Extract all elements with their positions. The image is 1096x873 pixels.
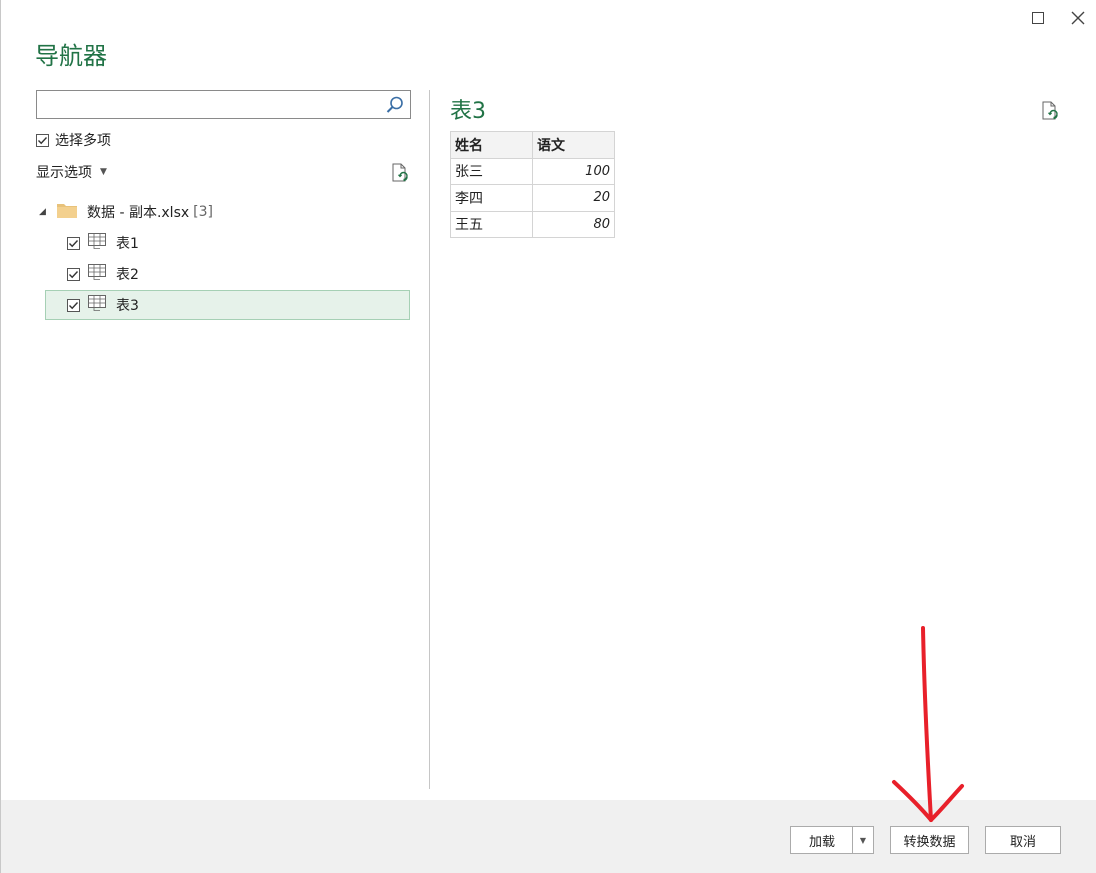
folder-icon	[57, 202, 77, 222]
multi-select-option[interactable]: 选择多项	[36, 130, 111, 150]
table-icon	[88, 295, 106, 315]
preview-table: 姓名 语文 张三 100 李四 20 王五 80	[450, 131, 615, 238]
window-title: 导航器	[35, 42, 107, 70]
column-header: 语文	[532, 131, 615, 159]
table-cell: 80	[532, 210, 615, 238]
tree-item-label: 表1	[116, 236, 139, 252]
dropdown-caret-icon: ▼	[100, 167, 107, 177]
multi-select-label: 选择多项	[55, 133, 111, 149]
display-options-dropdown[interactable]: 显示选项 ▼	[36, 162, 107, 182]
preview-title: 表3	[450, 99, 486, 124]
search-input[interactable]	[37, 91, 377, 118]
column-header: 姓名	[450, 131, 533, 159]
table-cell: 张三	[450, 157, 533, 185]
load-button[interactable]: 加载	[790, 826, 853, 854]
maximize-icon[interactable]	[1028, 8, 1048, 28]
tree-item-table1[interactable]: 表1	[45, 228, 410, 258]
load-dropdown-button[interactable]: ▼	[852, 826, 874, 854]
table-cell: 李四	[450, 184, 533, 212]
table-header-row: 姓名 语文	[450, 131, 615, 159]
table-icon	[88, 233, 106, 253]
table-cell: 王五	[450, 210, 533, 238]
table-row: 张三 100	[450, 157, 615, 185]
panel-splitter[interactable]	[429, 90, 430, 789]
tree-root-count: [3]	[193, 204, 213, 220]
table1-checkbox[interactable]	[67, 236, 80, 250]
chevron-down-icon: ▼	[859, 835, 867, 845]
table-icon	[88, 264, 106, 284]
tree-root-file[interactable]: ◢ 数据 - 副本.xlsx [3]	[39, 201, 213, 223]
red-arrow-annotation	[892, 626, 964, 822]
tree-item-table2[interactable]: 表2	[45, 259, 410, 289]
tree-item-label: 表2	[116, 267, 139, 283]
search-box[interactable]	[36, 90, 411, 119]
table3-checkbox[interactable]	[67, 298, 80, 312]
tree-item-table3[interactable]: 表3	[45, 290, 410, 320]
refresh-icon[interactable]	[1039, 100, 1061, 122]
display-options-label: 显示选项	[36, 165, 92, 181]
table2-checkbox[interactable]	[67, 267, 80, 281]
navigator-window: 导航器 选择多项 显示选项 ▼ ◢ 数据 - 副本.xlsx [3] 表1 表2…	[0, 0, 1096, 873]
search-icon[interactable]	[384, 94, 406, 116]
cancel-button[interactable]: 取消	[985, 826, 1061, 854]
multi-select-checkbox[interactable]	[36, 133, 49, 147]
tree-root-name: 数据 - 副本.xlsx	[87, 205, 190, 221]
close-icon[interactable]	[1068, 8, 1088, 28]
refresh-icon[interactable]	[389, 162, 411, 184]
table-row: 李四 20	[450, 184, 615, 212]
table-cell: 20	[532, 184, 615, 212]
expand-triangle-icon[interactable]: ◢	[39, 207, 51, 217]
tree-item-label: 表3	[116, 298, 139, 314]
table-cell: 100	[532, 157, 615, 185]
table-row: 王五 80	[450, 210, 615, 238]
transform-data-button[interactable]: 转换数据	[890, 826, 969, 854]
